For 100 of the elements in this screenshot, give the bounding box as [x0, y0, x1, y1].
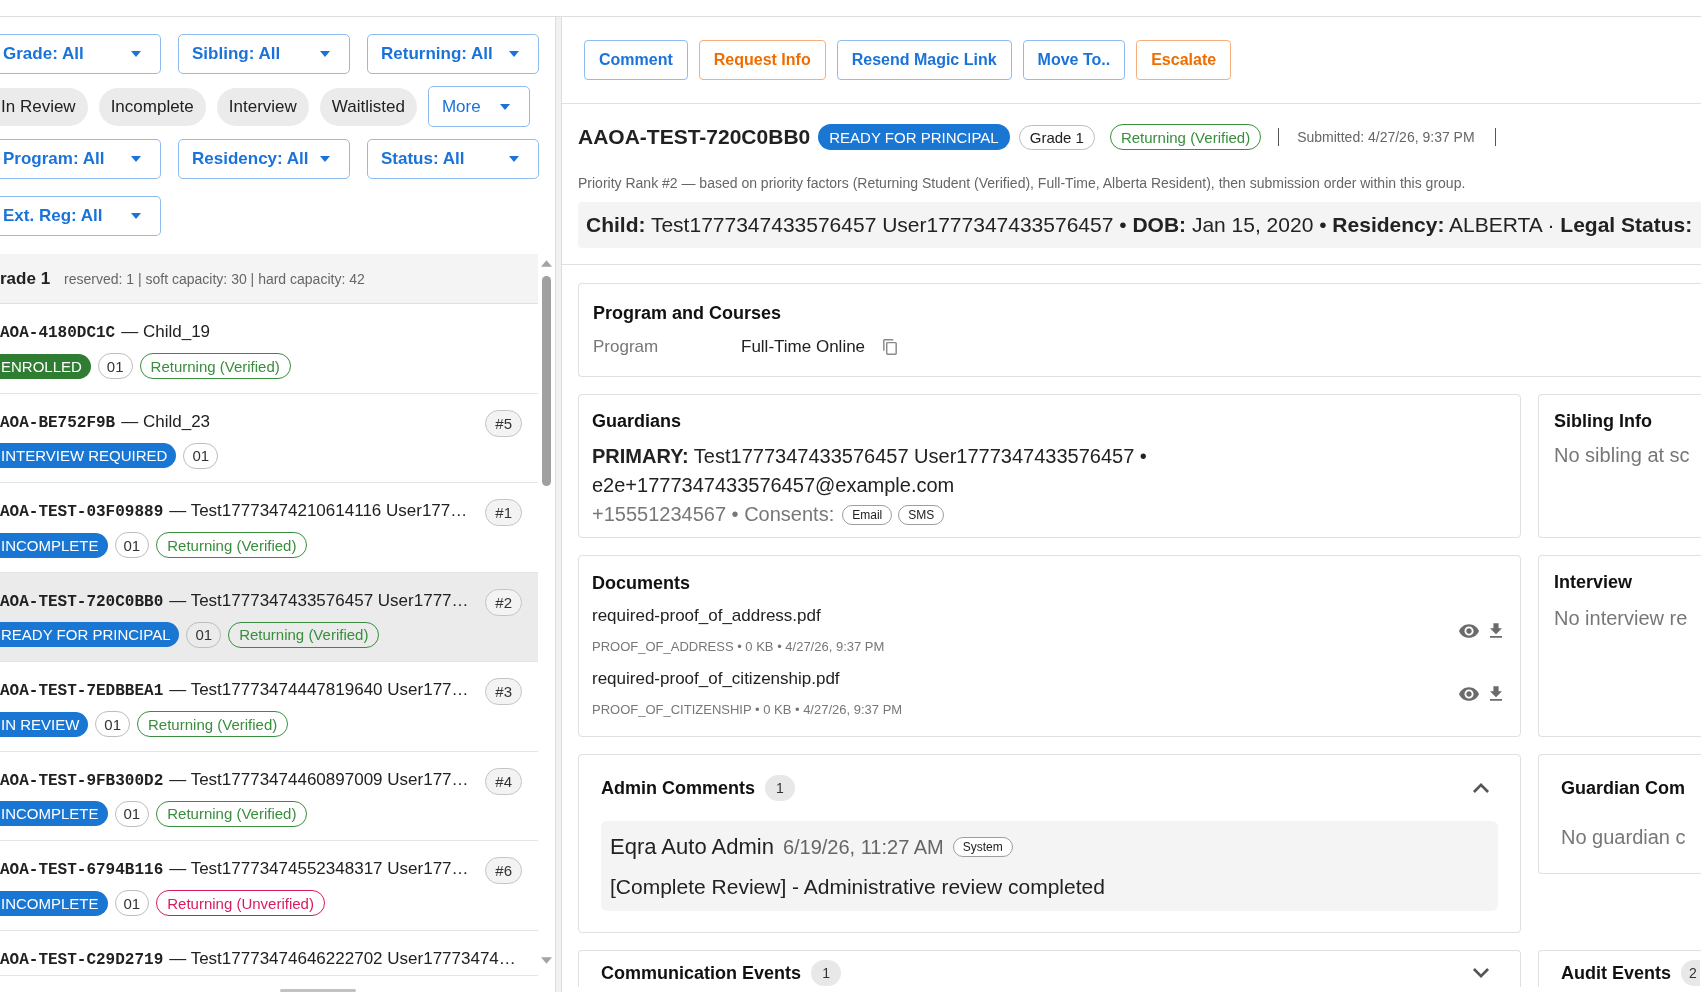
- action-button[interactable]: Request Info: [698, 40, 826, 80]
- caret-down-icon: [131, 213, 141, 219]
- card-title: Guardians: [592, 411, 683, 431]
- copy-icon[interactable]: [883, 339, 898, 355]
- caret-down-icon: [499, 103, 510, 110]
- file-meta: PROOF_OF_CITIZENSHIP • 0 KB • 4/27/26, 9:37 PM: [592, 701, 903, 719]
- status-filter-chip[interactable]: Incomplete: [98, 87, 206, 126]
- scrollbar-thumb[interactable]: [280, 989, 356, 992]
- application-id: AOA-TEST-C29D2719: [0, 949, 164, 971]
- file-meta: PROOF_OF_ADDRESS • 0 KB • 4/27/26, 9:37 PM: [592, 638, 885, 656]
- file-name: required-proof_of_address.pdf: [592, 605, 822, 627]
- card-title: Audit Events: [1561, 963, 1671, 983]
- eye-icon[interactable]: [1459, 623, 1479, 638]
- card-title: Program and Courses: [593, 303, 783, 323]
- application-row[interactable]: AOA-4180DC1C — Child_19 ENROLLED 01 Returning (Verified): [0, 304, 538, 394]
- status-badge: READY FOR PRINCIPAL: [818, 124, 1010, 150]
- filter-dropdown[interactable]: Status: All: [367, 139, 539, 179]
- chevron-up-icon[interactable]: [1473, 783, 1489, 793]
- status-badge: READY FOR PRINCIPAL: [0, 622, 180, 647]
- card-title: Admin Comments: [601, 778, 755, 798]
- download-icon[interactable]: [1490, 686, 1502, 701]
- status-badge: ENROLLED: [0, 353, 91, 379]
- card-title: Interview: [1554, 572, 1634, 592]
- application-row[interactable]: AOA-TEST-6794B116 — Test17773474552348317 User177… INCOMPLETE 01 Returning (Unverified) #6: [0, 841, 538, 931]
- status-badge: INTERVIEW REQUIRED: [0, 443, 177, 468]
- field-label: Program: [593, 337, 660, 357]
- application-row[interactable]: AOA-TEST-9FB300D2 — Test17773474460897009 User177… INCOMPLETE 01 Returning (Verified) #4: [0, 751, 538, 841]
- count-badge: 2: [1681, 960, 1700, 986]
- card-title: Documents: [592, 573, 691, 593]
- filter-dropdown[interactable]: Sibling: All: [178, 34, 350, 74]
- rank-badge: #2: [485, 588, 522, 616]
- application-id: AOA-TEST-9FB300D2: [0, 770, 164, 792]
- status-filter-chip[interactable]: Interview: [216, 87, 309, 126]
- application-id: AOA-4180DC1C: [0, 323, 116, 344]
- caret-down-icon: [509, 51, 519, 57]
- caret-down-icon: [320, 156, 330, 162]
- applicant-name: — Test17773474447819640 User177…: [169, 679, 469, 701]
- caret-down-icon: [320, 51, 330, 57]
- comment-author: Eqra Auto Admin: [610, 834, 774, 860]
- card-title: Communication Events: [601, 963, 802, 983]
- consent-tag: SMS: [898, 504, 945, 525]
- more-dropdown[interactable]: More: [427, 86, 530, 127]
- status-filter-chip[interactable]: Waitlisted: [319, 87, 417, 126]
- applicant-name: — Test17773474210614116 User177…: [169, 500, 468, 522]
- status-filter-chip[interactable]: In Review: [0, 87, 88, 126]
- filter-dropdown[interactable]: Residency: All: [178, 139, 350, 179]
- scrollbar-thumb[interactable]: [542, 276, 551, 486]
- comment-text: [Complete Review] - Administrative review completed: [610, 874, 1106, 900]
- empty-message: No sibling at sc: [1554, 443, 1691, 467]
- download-icon[interactable]: [1490, 623, 1502, 638]
- field-value: Full-Time Online: [741, 337, 866, 357]
- count-badge: 1: [811, 960, 842, 986]
- application-row[interactable]: AOA-TEST-C29D2719 — Test17773474646222702 User17773474…: [0, 930, 538, 976]
- applicant-name: — Test17773474646222702 User17773474…: [169, 947, 516, 970]
- applicant-name: — Child_19: [121, 321, 211, 343]
- child-summary: Child: Test1777347433576457 User1777347433576457 • DOB: Jan 15, 2020 • Residency: ALBERTA · Legal Status:: [578, 202, 1701, 248]
- rank-badge: #3: [485, 678, 522, 705]
- applicant-name: — Test17773474552348317 User177…: [169, 858, 469, 880]
- rank-badge: #1: [485, 499, 522, 526]
- group-title: rade 1: [0, 268, 51, 289]
- eye-icon[interactable]: [1459, 686, 1479, 701]
- group-capacity: reserved: 1 | soft capacity: 30 | hard capacity: 42: [64, 270, 365, 287]
- application-row[interactable]: AOA-TEST-03F09889 — Test17773474210614116 User177… INCOMPLETE 01 Returning (Verified) #1: [0, 483, 538, 573]
- applicant-name: — Test17773474460897009 User177…: [169, 768, 469, 791]
- application-id: AOA-TEST-7EDBBEA1: [0, 681, 164, 702]
- filter-dropdown[interactable]: Grade: All: [0, 34, 161, 74]
- consent-tag: Email: [842, 504, 893, 525]
- chevron-down-icon[interactable]: [1473, 968, 1489, 978]
- application-id: AOA-TEST-720C0BB0: [0, 591, 164, 613]
- action-button[interactable]: Escalate: [1136, 40, 1232, 80]
- filter-dropdown[interactable]: Returning: All: [367, 34, 539, 74]
- empty-message: No guardian c: [1561, 825, 1687, 850]
- application-id: AAOA-TEST-720C0BB0: [578, 125, 811, 149]
- card-title: Guardian Com: [1561, 778, 1685, 798]
- action-button[interactable]: Comment: [584, 40, 688, 80]
- applicant-name: — Child_23: [121, 410, 211, 433]
- status-badge: INCOMPLETE: [0, 890, 108, 916]
- filter-dropdown[interactable]: Ext. Reg: All: [0, 196, 161, 236]
- application-id: AOA-TEST-03F09889: [0, 502, 164, 523]
- rank-badge: #5: [485, 409, 522, 437]
- application-row[interactable]: AOA-TEST-7EDBBEA1 — Test17773474447819640 User177… IN REVIEW 01 Returning (Verified) #3: [0, 662, 538, 752]
- applicant-name: — Test1777347433576457 User1777…: [169, 589, 469, 612]
- rank-badge: #4: [485, 767, 522, 795]
- action-button[interactable]: Move To..: [1022, 40, 1126, 80]
- caret-down-icon: [509, 156, 519, 162]
- rank-badge: #6: [485, 857, 522, 884]
- application-row[interactable]: AOA-BE752F9B — Child_23 INTERVIEW REQUIRED 01 #5: [0, 393, 538, 483]
- priority-note: Priority Rank #2 — based on priority factors (Returning Student (Verified), Full-Time, Alberta Resident), then submission order within this group.: [578, 174, 1467, 193]
- application-row[interactable]: AOA-TEST-720C0BB0 — Test1777347433576457 User1777… READY FOR PRINCIPAL 01 Returning (Verified) #2: [0, 572, 538, 662]
- status-badge: INCOMPLETE: [0, 801, 108, 826]
- guardian-contact: PRIMARY: Test1777347433576457 User1777347433576457 • e2e+1777347433576457@example.com: [592, 444, 1148, 498]
- card-title: Sibling Info: [1554, 411, 1653, 431]
- file-name: required-proof_of_citizenship.pdf: [592, 668, 841, 690]
- application-id: AOA-BE752F9B: [0, 412, 116, 434]
- empty-message: No interview re: [1554, 606, 1689, 630]
- action-button[interactable]: Resend Magic Link: [836, 40, 1012, 80]
- status-badge: IN REVIEW: [0, 711, 89, 737]
- comment-time: 6/19/26, 11:27 AM: [782, 835, 944, 859]
- filter-dropdown[interactable]: Program: All: [0, 139, 161, 179]
- guardian-phone: +15551234567 • Consents:: [592, 503, 835, 526]
